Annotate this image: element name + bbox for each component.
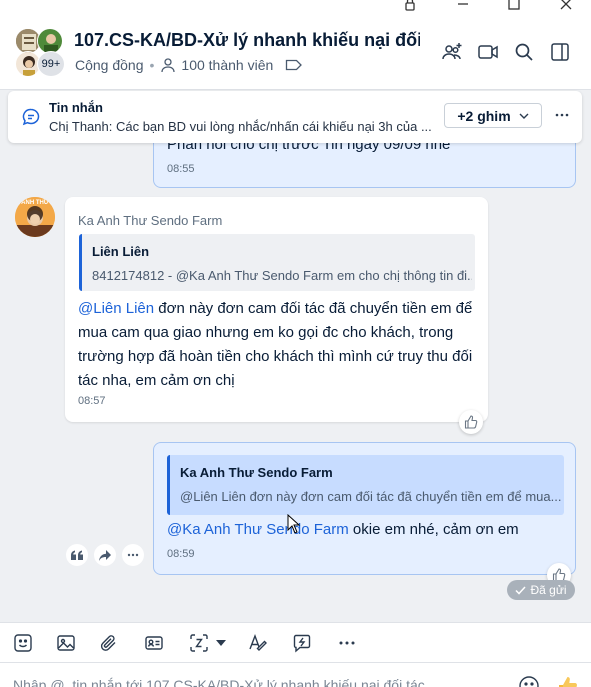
composer-toolbar — [0, 622, 591, 662]
quote-sender: Ka Anh Thư Sendo Farm — [180, 465, 333, 480]
member-count-badge: 99+ — [37, 51, 65, 77]
toggle-panel-icon[interactable] — [548, 40, 572, 64]
more-options-icon[interactable] — [337, 633, 357, 653]
more-options-icon — [127, 553, 139, 557]
chevron-down-icon — [519, 113, 529, 119]
text-format-icon[interactable] — [248, 633, 268, 653]
message-time: 08:59 — [167, 548, 195, 560]
sent-status-label: Đã gửi — [530, 583, 567, 597]
message-input[interactable] — [13, 677, 493, 687]
lock-icon[interactable] — [402, 0, 418, 12]
thumbs-up-icon[interactable] — [557, 675, 579, 687]
tag-icon[interactable] — [285, 58, 303, 72]
emoji-icon[interactable] — [518, 675, 540, 687]
contact-card-icon[interactable] — [144, 633, 164, 653]
message-text: @Liên Liên đơn này đơn cam đối tác đã ch… — [78, 297, 478, 393]
message-text-rest: mua cam qua giao nhưng em ko gọi đc cho … — [78, 324, 473, 389]
quote-text: @Liên Liên đơn này đơn cam đối tác đã ch… — [180, 489, 562, 504]
quick-message-icon[interactable] — [292, 633, 312, 653]
search-icon[interactable] — [512, 40, 536, 64]
mention-link[interactable]: @Liên Liên — [78, 300, 154, 317]
avatar-label: ANH THƯ — [21, 200, 49, 206]
members-count[interactable]: 100 thành viên — [181, 57, 273, 73]
quoted-message[interactable]: Ka Anh Thư Sendo Farm @Liên Liên đơn này… — [167, 455, 564, 515]
close-icon[interactable] — [558, 0, 574, 12]
sticker-icon[interactable] — [13, 633, 33, 653]
message-bubble-icon — [21, 107, 41, 127]
quote-sender: Liên Liên — [92, 244, 150, 259]
sender-name[interactable]: Ka Anh Thư Sendo Farm — [78, 213, 222, 228]
conversation-header: 99+ 107.CS-KA/BD-Xử lý nhanh khiếu nại đ… — [0, 12, 591, 90]
attachment-icon[interactable] — [99, 633, 119, 653]
message-text: @Ka Anh Thư Sendo Farm okie em nhé, cảm … — [167, 518, 519, 542]
forward-button[interactable] — [94, 544, 116, 566]
message-text-first-line: đơn này đơn cam đối tác đã chuyển tiền e… — [154, 300, 473, 317]
maximize-icon[interactable] — [506, 0, 522, 12]
conversation-title: 107.CS-KA/BD-Xử lý nhanh khiếu nại đối t — [74, 30, 420, 50]
group-avatar[interactable]: 99+ — [13, 26, 65, 78]
window-title-bar — [0, 0, 591, 12]
check-icon — [515, 585, 527, 595]
screenshot-icon[interactable] — [189, 633, 209, 653]
sender-avatar[interactable]: ANH THƯ — [15, 197, 55, 237]
members-icon — [160, 57, 176, 73]
pinned-preview: Chị Thanh: Các bạn BD vui lòng nhắc/nhấn… — [49, 119, 432, 134]
message-body: okie em nhé, cảm ơn em — [348, 521, 519, 538]
separator-dot: • — [149, 57, 155, 73]
message-bubble-incoming[interactable]: Ka Anh Thư Sendo Farm Liên Liên 84121748… — [65, 197, 488, 422]
video-call-icon[interactable] — [476, 40, 500, 64]
minimize-icon[interactable] — [455, 0, 471, 12]
mouse-cursor-icon — [287, 514, 301, 534]
conversation-subtitle: Cộng đồng • 100 thành viên — [75, 57, 303, 73]
quote-text: 8412174812 - @Ka Anh Thư Sendo Farm em c… — [92, 268, 472, 283]
more-actions-button[interactable] — [122, 544, 144, 566]
community-label: Cộng đồng — [75, 57, 144, 73]
pinned-title: Tin nhắn — [49, 100, 103, 115]
message-time: 08:55 — [167, 163, 195, 175]
pinned-messages-bar[interactable]: Tin nhắn Chị Thanh: Các bạn BD vui lòng … — [8, 91, 582, 143]
message-bubble-outgoing[interactable]: Ka Anh Thư Sendo Farm @Liên Liên đơn này… — [153, 442, 576, 575]
mention-link[interactable]: @Ka Anh Thư Sendo Farm — [167, 521, 349, 538]
quote-reply-button[interactable] — [66, 544, 88, 566]
thumbs-up-icon — [464, 415, 478, 429]
chevron-down-icon[interactable] — [215, 638, 227, 648]
forward-icon — [99, 549, 111, 561]
message-composer — [0, 662, 591, 687]
message-time: 08:57 — [78, 395, 106, 407]
add-member-icon[interactable] — [440, 40, 464, 64]
quote-icon — [71, 550, 83, 560]
more-pins-button[interactable]: +2 ghim — [444, 103, 542, 128]
sent-status-badge: Đã gửi — [507, 580, 575, 600]
like-reaction-button[interactable] — [459, 410, 483, 434]
image-icon[interactable] — [56, 633, 76, 653]
more-options-icon[interactable] — [554, 105, 570, 125]
quoted-message[interactable]: Liên Liên 8412174812 - @Ka Anh Thư Sendo… — [79, 234, 475, 291]
more-pins-label: +2 ghim — [457, 107, 511, 124]
